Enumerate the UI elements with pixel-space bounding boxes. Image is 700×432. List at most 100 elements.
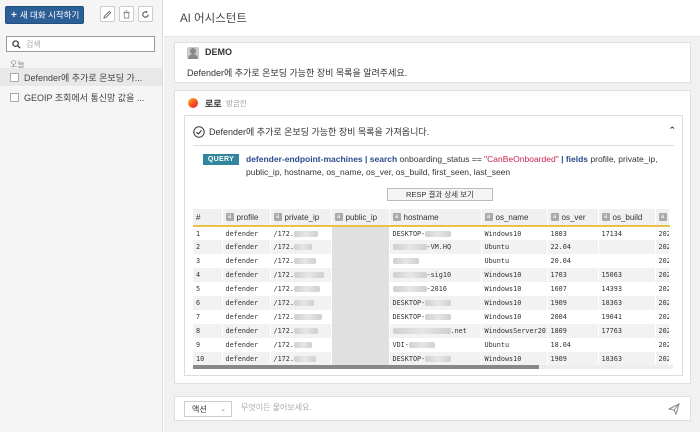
sidebar-toolbar: + 새 대화 시작하기 xyxy=(5,6,157,24)
os-name-cell-text: Ubuntu xyxy=(484,341,510,349)
public-ip-cell xyxy=(331,352,390,366)
profile-cell-text: defender xyxy=(225,355,259,363)
os-build-cell-text: 19041 xyxy=(601,313,622,321)
os-build-cell xyxy=(598,240,656,254)
scrollbar-thumb[interactable] xyxy=(193,365,539,369)
redacted-text xyxy=(425,230,452,237)
row-number: 2 xyxy=(193,240,223,254)
result-header[interactable]: Defender에 추가로 온보딩 가능한 장비 목록을 가져옵니다. xyxy=(193,125,429,138)
query-badge: QUERY xyxy=(203,154,239,165)
table-row[interactable]: 4 defender/172. -sig10 Windows10 1703 15063 20… xyxy=(193,268,670,282)
column-header[interactable]: a public_ip xyxy=(331,209,390,227)
horizontal-scrollbar[interactable] xyxy=(193,365,673,369)
edit-button[interactable] xyxy=(100,6,115,22)
hostname-cell: -VM.HQ xyxy=(389,240,482,254)
private-ip-cell-text: /172. xyxy=(273,299,294,307)
public-ip-cell xyxy=(331,268,390,282)
delete-button[interactable] xyxy=(119,6,134,22)
table-row[interactable]: 10 defender/172. DESKTOP- Windows10 1909 1836… xyxy=(193,352,670,366)
last-seen-cell-text: 202 xyxy=(658,313,669,321)
table-row[interactable]: 7 defender/172. DESKTOP- Windows10 2004 19041… xyxy=(193,310,670,324)
os-name-cell-text: Windows10 xyxy=(484,313,522,321)
column-header[interactable]: a os_build xyxy=(598,209,656,227)
os-build-cell: 15063 xyxy=(598,268,656,282)
private-ip-cell-text: /172. xyxy=(273,327,294,335)
row-number: 1 xyxy=(193,226,223,240)
table-row[interactable]: 8 defender/172. .net WindowsServer20191809 1… xyxy=(193,324,670,338)
os-name-cell-text: Ubuntu xyxy=(484,257,510,265)
os-ver-cell: 1607 xyxy=(547,282,599,296)
hostname-cell: DESKTOP- xyxy=(389,226,482,240)
hostname-text: DESKTOP- xyxy=(392,313,426,321)
column-header[interactable]: a os_name xyxy=(481,209,548,227)
os-name-cell: Windows10 xyxy=(481,352,548,366)
column-header[interactable]: a hostname xyxy=(389,209,482,227)
query-value: "CanBeOnboarded" xyxy=(484,154,559,164)
column-header[interactable]: # xyxy=(193,209,223,227)
check-circle-icon xyxy=(193,125,205,138)
column-header[interactable]: a private_ip xyxy=(270,209,332,227)
column-header-label: profile xyxy=(236,212,259,222)
os-name-cell: Windows10 xyxy=(481,310,548,324)
chat-search[interactable] xyxy=(6,36,155,52)
os-build-cell-text: 17763 xyxy=(601,327,622,335)
profile-cell-text: defender xyxy=(225,271,259,279)
chat-checkbox[interactable] xyxy=(10,72,19,82)
os-ver-cell-text: 1809 xyxy=(550,327,567,335)
last-seen-cell-text: 202 xyxy=(658,271,669,279)
column-header[interactable]: a os_ver xyxy=(547,209,599,227)
private-ip-cell: /172. xyxy=(270,226,332,240)
redacted-text xyxy=(425,314,452,320)
os-ver-cell-text: 1703 xyxy=(550,271,567,279)
table-row[interactable]: 9 defender/172. VDI- Ubuntu 18.04 202 xyxy=(193,338,670,352)
redacted-text xyxy=(293,272,324,278)
private-ip-cell: /172. xyxy=(270,296,332,310)
hostname-cell xyxy=(389,254,482,268)
refresh-button[interactable] xyxy=(138,6,153,22)
column-header[interactable]: a xyxy=(655,209,670,227)
composer: 액션 ⌄ xyxy=(174,396,691,421)
message-input[interactable] xyxy=(241,403,641,412)
column-header[interactable]: a profile xyxy=(222,209,271,227)
row-number-text: 5 xyxy=(196,285,201,293)
os-ver-cell-text: 1607 xyxy=(550,285,567,293)
new-chat-button[interactable]: + 새 대화 시작하기 xyxy=(5,6,84,24)
field-type-icon: a xyxy=(601,213,610,222)
table-row[interactable]: 5 defender/172. -2016 Windows10 1607 14393 202 xyxy=(193,282,670,296)
os-ver-cell-text: 20.04 xyxy=(550,257,571,265)
os-name-cell: WindowsServer2019 xyxy=(481,324,548,338)
redacted-text xyxy=(293,314,322,320)
sidebar: + 새 대화 시작하기 오늘 Defender에 추가로 온보딩 가... GE… xyxy=(0,0,163,432)
last-seen-cell: 202 xyxy=(655,296,670,310)
table-row[interactable]: 6 defender/172. DESKTOP- Windows10 1909 18363… xyxy=(193,296,670,310)
public-ip-cell xyxy=(331,324,390,338)
profile-cell: defender xyxy=(222,296,271,310)
search-input[interactable] xyxy=(26,39,146,49)
chat-checkbox[interactable] xyxy=(10,92,19,102)
last-seen-cell: 202 xyxy=(655,240,670,254)
hostname-text: -sig10 xyxy=(426,271,452,279)
chat-item[interactable]: GEOIP 조회에서 통신망 값을 ... xyxy=(0,88,162,106)
last-seen-cell-text: 202 xyxy=(658,257,669,265)
send-icon[interactable] xyxy=(668,403,680,415)
os-name-cell: Windows10 xyxy=(481,268,548,282)
table-row[interactable]: 3 defender/172. Ubuntu 20.04 202 xyxy=(193,254,670,268)
page-title: AI 어시스턴트 xyxy=(164,0,700,37)
resp-detail-button[interactable]: RESP 결과 상세 보기 xyxy=(387,188,493,201)
column-header-label: os_build xyxy=(612,212,643,222)
redacted-text xyxy=(293,342,312,348)
os-ver-cell: 18.04 xyxy=(547,338,599,352)
action-select[interactable]: 액션 ⌄ xyxy=(184,401,232,417)
os-name-cell: Ubuntu xyxy=(481,254,548,268)
last-seen-cell: 202 xyxy=(655,226,670,240)
field-type-icon: a xyxy=(273,213,282,222)
private-ip-cell: /172. xyxy=(270,352,332,366)
row-number-text: 7 xyxy=(196,313,201,321)
chevron-up-icon[interactable]: ⌃ xyxy=(668,125,676,136)
chat-item[interactable]: Defender에 추가로 온보딩 가... xyxy=(0,68,162,86)
table-row[interactable]: 1 defender/172. DESKTOP- Windows10 1803 17134… xyxy=(193,226,670,240)
results-table: # a profile a private_ip a public_ip a hostn… xyxy=(193,209,673,369)
table-row[interactable]: 2 defender/172. -VM.HQ Ubuntu 22.04 202 xyxy=(193,240,670,254)
private-ip-cell: /172. xyxy=(270,240,332,254)
os-name-cell-text: Windows10 xyxy=(484,271,522,279)
